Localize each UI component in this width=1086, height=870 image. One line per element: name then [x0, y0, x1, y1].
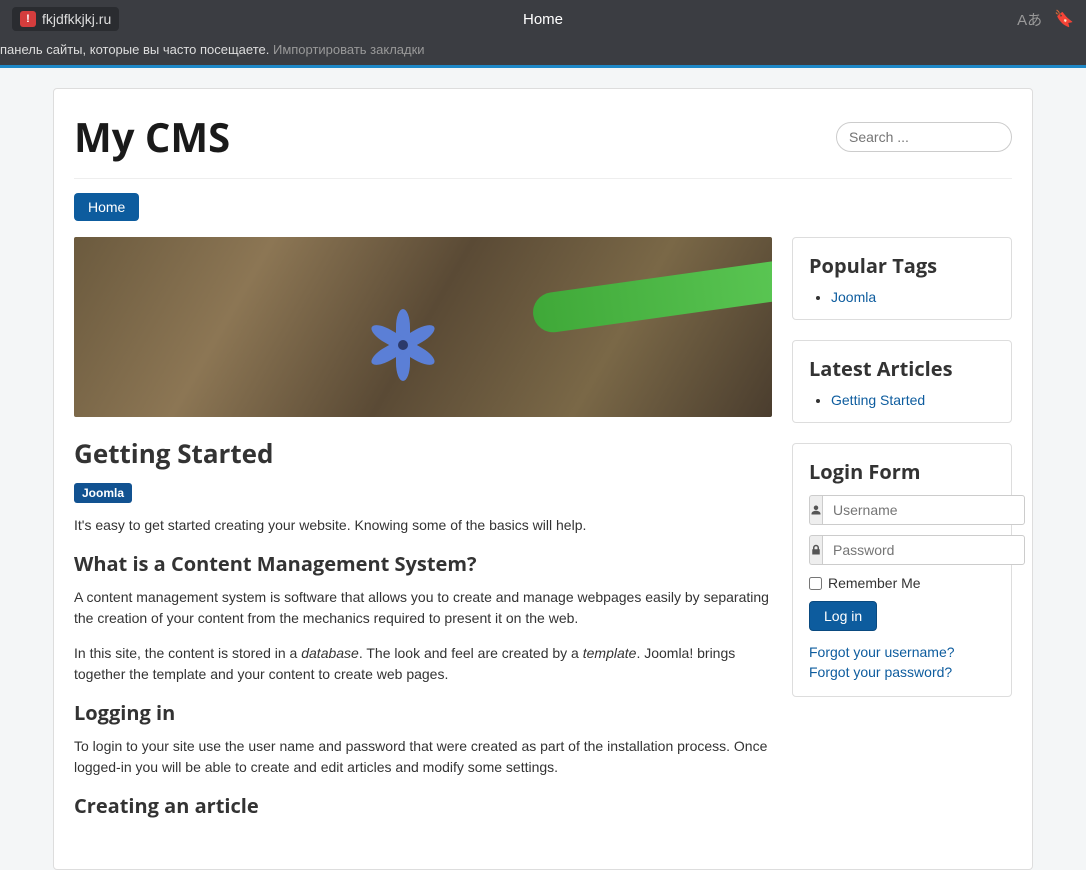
article-intro: It's easy to get started creating your w… [74, 515, 772, 536]
header: My CMS [74, 109, 1012, 179]
heading-cms: What is a Content Management System? [74, 550, 772, 577]
widget-title-login: Login Form [809, 458, 995, 485]
article-link-getting-started[interactable]: Getting Started [831, 392, 925, 408]
nav-bar: Home [74, 193, 1012, 221]
username-input[interactable] [822, 495, 1025, 525]
security-warning-icon: ! [20, 11, 36, 27]
url-text: fkjdfkkjkj.ru [42, 11, 111, 27]
remember-me-row[interactable]: Remember Me [809, 575, 995, 591]
main-content: Getting Started Joomla It's easy to get … [74, 237, 772, 829]
browser-chrome: ! fkjdfkkjkj.ru Home Аあ 🔖 [0, 0, 1086, 38]
forgot-password-link[interactable]: Forgot your password? [809, 663, 995, 683]
lock-icon [809, 535, 822, 565]
heading-login: Logging in [74, 699, 772, 726]
paragraph-cms: A content management system is software … [74, 587, 772, 629]
translate-icon[interactable]: Аあ [1017, 9, 1042, 30]
password-input[interactable] [822, 535, 1025, 565]
widget-login-form: Login Form Remember Me [792, 443, 1012, 697]
list-item: Joomla [831, 289, 995, 305]
forgot-username-link[interactable]: Forgot your username? [809, 643, 995, 663]
article-title: Getting Started [74, 435, 772, 471]
site-title: My CMS [74, 109, 230, 164]
paragraph-database: In this site, the content is stored in a… [74, 643, 772, 685]
widget-title-tags: Popular Tags [809, 252, 995, 279]
page-container: My CMS Home Getting Started Joomla It's … [53, 88, 1033, 870]
address-bar[interactable]: ! fkjdfkkjkj.ru [12, 7, 119, 31]
tab-title: Home [523, 11, 563, 28]
remember-me-checkbox[interactable] [809, 577, 822, 590]
heading-create-article: Creating an article [74, 792, 772, 819]
login-button[interactable]: Log in [809, 601, 877, 631]
article-body: It's easy to get started creating your w… [74, 515, 772, 819]
bookmark-hint-text: панель сайты, которые вы часто посещаете… [0, 42, 273, 57]
remember-me-label: Remember Me [828, 575, 921, 591]
bookmark-bar: панель сайты, которые вы часто посещаете… [0, 38, 1086, 68]
search-input[interactable] [836, 122, 1012, 152]
tag-link-joomla[interactable]: Joomla [831, 289, 876, 305]
nav-home[interactable]: Home [74, 193, 139, 221]
widget-latest-articles: Latest Articles Getting Started [792, 340, 1012, 423]
paragraph-login: To login to your site use the user name … [74, 736, 772, 778]
bookmark-icon[interactable]: 🔖 [1054, 9, 1074, 30]
hero-image [74, 237, 772, 417]
import-bookmarks-link[interactable]: Импортировать закладки [273, 42, 425, 57]
widget-title-latest: Latest Articles [809, 355, 995, 382]
list-item: Getting Started [831, 392, 995, 408]
sidebar: Popular Tags Joomla Latest Articles Gett… [792, 237, 1012, 829]
article-tag[interactable]: Joomla [74, 483, 132, 503]
user-icon [809, 495, 822, 525]
widget-popular-tags: Popular Tags Joomla [792, 237, 1012, 320]
